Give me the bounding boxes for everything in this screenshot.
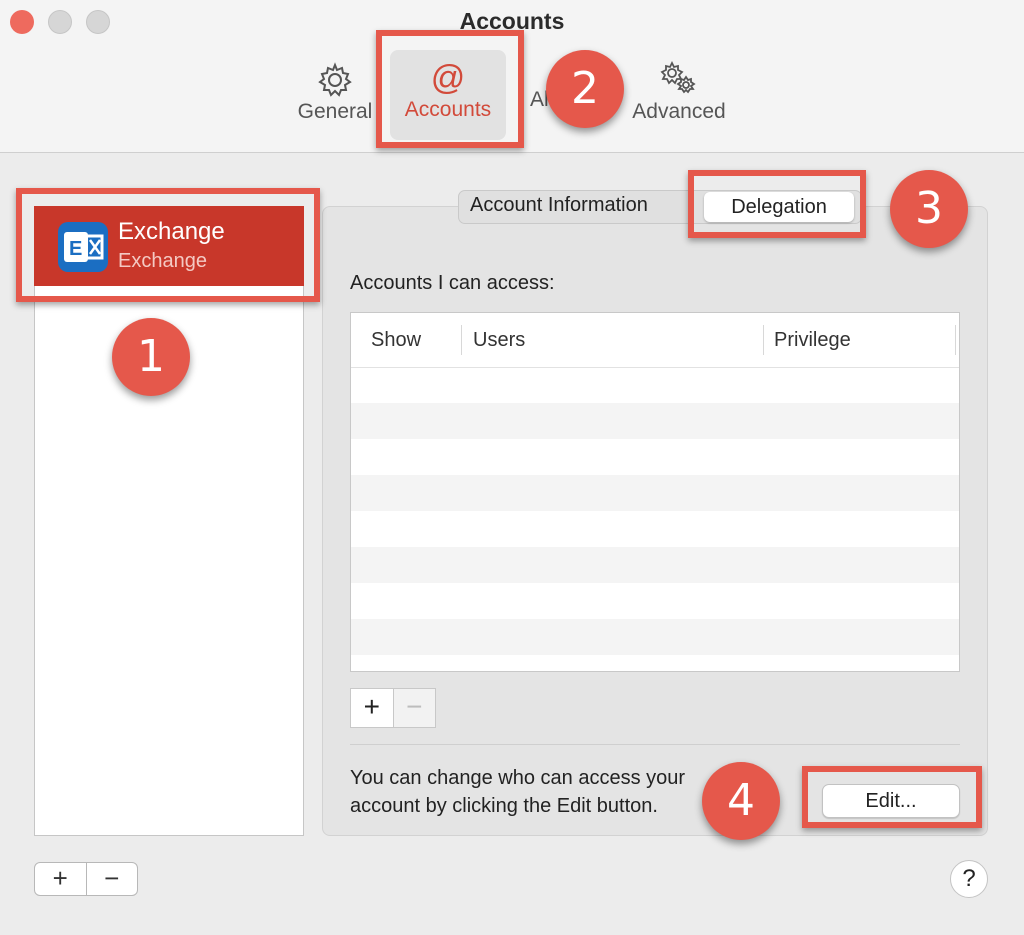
column-separator	[763, 325, 764, 355]
divider	[350, 744, 960, 745]
help-button[interactable]: ?	[950, 860, 988, 898]
annotation-badge-2: 2	[546, 50, 624, 128]
annotation-badge-3: 3	[890, 170, 968, 248]
table-row	[351, 403, 959, 439]
highlight-edit-button	[802, 766, 982, 828]
tab-account-information[interactable]: Account Information	[470, 194, 648, 217]
delegation-description: You can change who can access your accou…	[350, 767, 686, 817]
gears-icon	[624, 60, 734, 100]
table-row	[351, 511, 959, 547]
column-separator	[955, 325, 956, 355]
accounts-table[interactable]: Show Users Privilege	[350, 312, 960, 672]
highlight-accounts-tab	[376, 30, 524, 148]
table-row	[351, 583, 959, 619]
tab-advanced[interactable]: Advanced	[624, 60, 734, 124]
sidebar-add-remove: + −	[34, 862, 138, 896]
annotation-badge-4: 4	[702, 762, 780, 840]
column-users[interactable]: Users	[473, 329, 525, 352]
column-show[interactable]: Show	[371, 329, 421, 352]
highlight-delegation-tab	[688, 170, 866, 238]
add-delegate-button[interactable]: +	[351, 689, 394, 727]
tab-advanced-label: Advanced	[632, 100, 726, 123]
gear-icon	[292, 60, 378, 100]
table-row	[351, 367, 959, 403]
table-row	[351, 619, 959, 655]
table-row	[351, 475, 959, 511]
highlight-account	[16, 188, 320, 302]
table-row	[351, 439, 959, 475]
tab-general[interactable]: General	[292, 60, 378, 124]
annotation-badge-1: 1	[112, 318, 190, 396]
table-add-remove: + −	[350, 688, 436, 728]
column-separator	[461, 325, 462, 355]
remove-account-button[interactable]: −	[87, 863, 138, 895]
table-header: Show Users Privilege	[351, 313, 959, 368]
tab-general-label: General	[297, 100, 373, 123]
add-account-button[interactable]: +	[35, 863, 87, 895]
table-row	[351, 547, 959, 583]
accounts-access-label: Accounts I can access:	[350, 272, 555, 294]
remove-delegate-button[interactable]: −	[393, 689, 435, 727]
column-privilege[interactable]: Privilege	[774, 329, 851, 352]
